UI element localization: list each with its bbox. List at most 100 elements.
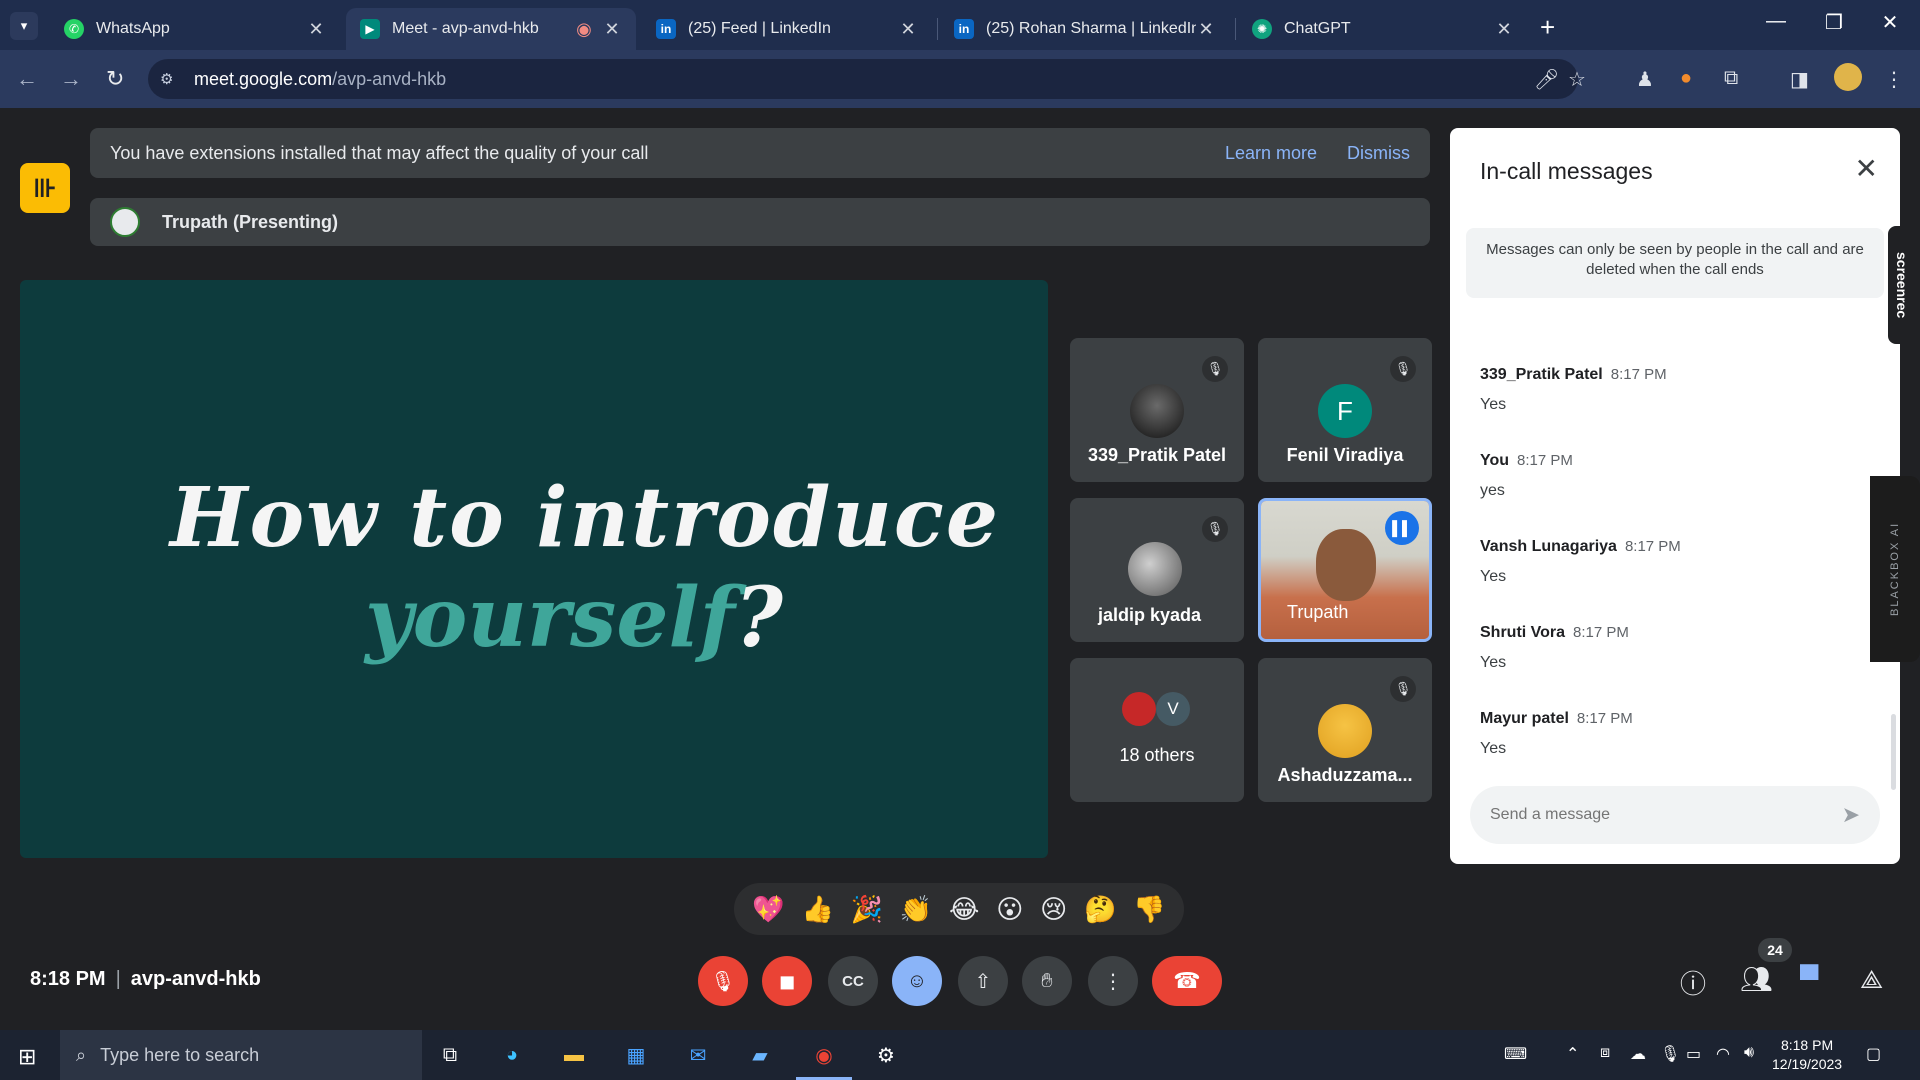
restore-icon[interactable]: ❐ [1814, 10, 1854, 35]
windows-taskbar: ⊞ ⌕ Type here to search ⧉ ◕ ▬ ▦ ✉ ▰ ◉ ⚙ … [0, 1030, 1920, 1080]
extension-icon[interactable]: ♟ [1636, 67, 1654, 92]
profile-avatar[interactable] [1834, 63, 1862, 91]
chat-message: Vansh Lunagariya 8:17 PM Yes [1480, 538, 1681, 586]
avatar [1130, 384, 1184, 438]
close-tab-icon[interactable]: ✕ [898, 19, 918, 40]
participant-tile[interactable]: 🎙︎ F Fenil Viradiya [1258, 338, 1432, 482]
avatar [1122, 692, 1156, 726]
mic-toggle-button[interactable]: 🎙︎ [698, 956, 748, 1006]
reaction-surprised-icon[interactable]: 😮 [996, 894, 1023, 925]
reaction-party-icon[interactable]: 🎉 [851, 894, 883, 925]
dismiss-button[interactable]: Dismiss [1347, 143, 1410, 164]
close-tab-icon[interactable]: ✕ [1196, 19, 1216, 40]
close-icon[interactable]: ✕ [1855, 152, 1878, 185]
chat-button[interactable]: ▀ [1800, 964, 1818, 995]
mail-icon[interactable]: ✉ [682, 1040, 714, 1070]
meet-indicator-icon[interactable]: ⧈ [1600, 1044, 1610, 1062]
tab-linkedin-feed[interactable]: in (25) Feed | LinkedIn ✕ [642, 8, 932, 50]
reaction-thinking-icon[interactable]: 🤔 [1084, 894, 1116, 925]
participant-tile-speaking[interactable]: ▌▌ Trupath [1258, 498, 1432, 642]
blackbox-extension-tab[interactable]: BLACKBOX AI [1870, 476, 1920, 662]
settings-icon[interactable]: ⚙ [870, 1040, 902, 1070]
reload-icon[interactable]: ↻ [106, 66, 124, 92]
meet-stage: ⊪ You have extensions installed that may… [0, 108, 1920, 1030]
task-view-icon[interactable]: ⧉ [434, 1040, 466, 1070]
close-window-icon[interactable]: ✕ [1870, 10, 1910, 35]
meeting-info: 8:18 PM | avp-anvd-hkb [30, 968, 261, 990]
tab-chatgpt[interactable]: ✺ ChatGPT ✕ [1238, 8, 1528, 50]
present-button[interactable]: ⇧ [958, 956, 1008, 1006]
show-hidden-icons-icon[interactable]: ⌃ [1566, 1044, 1579, 1064]
taskbar-clock[interactable]: 8:18 PM 12/19/2023 [1772, 1036, 1842, 1074]
message-sender: Vansh Lunagariya [1480, 538, 1617, 555]
people-button[interactable]: 👥︎ [1740, 964, 1773, 995]
leave-call-button[interactable]: ☎ [1152, 956, 1222, 1006]
activities-button[interactable]: ⟁ [1860, 964, 1883, 996]
send-icon[interactable]: ➤ [1842, 802, 1860, 828]
others-tile[interactable]: V 18 others [1070, 658, 1244, 802]
keyboard-icon[interactable]: ⌨ [1504, 1044, 1527, 1064]
reaction-clap-icon[interactable]: 👏 [900, 894, 932, 925]
extension-warning-banner: You have extensions installed that may a… [90, 128, 1430, 178]
app-icon[interactable]: ▰ [744, 1040, 776, 1070]
windows-start-icon[interactable]: ⊞ [18, 1044, 36, 1070]
reactions-button[interactable]: ☺ [892, 956, 942, 1006]
message-time: 8:17 PM [1610, 366, 1667, 383]
close-tab-icon[interactable]: ✕ [602, 19, 622, 40]
screenrec-extension-tab[interactable]: screenrec [1888, 226, 1916, 344]
side-panel-icon[interactable]: ◨ [1790, 67, 1809, 92]
address-bar[interactable]: ⚙ meet.google.com/avp-anvd-hkb 🎤︎ ☆ [148, 59, 1586, 99]
microsoft-store-icon[interactable]: ▦ [620, 1040, 652, 1070]
onedrive-icon[interactable]: ☁ [1630, 1044, 1646, 1064]
camera-toggle-button[interactable]: ◼ [762, 956, 812, 1006]
chat-icon: ▀ [1800, 964, 1819, 994]
reaction-sad-icon[interactable]: 😢 [1040, 894, 1067, 925]
meeting-details-button[interactable]: ⓘ [1680, 964, 1706, 1001]
notifications-icon[interactable]: ▢ [1866, 1044, 1881, 1064]
reaction-sparkling-heart-icon[interactable]: 💖 [752, 894, 784, 925]
volume-icon[interactable]: 🔊︎ [1744, 1044, 1754, 1062]
wifi-icon[interactable]: ◠ [1716, 1044, 1730, 1064]
slide-line-2: yourself? [365, 570, 783, 666]
more-menu-icon[interactable]: ⋮ [1884, 67, 1904, 92]
raise-hand-button[interactable]: ✋︎ [1022, 956, 1072, 1006]
reaction-thumbs-down-icon[interactable]: 👎 [1133, 894, 1165, 925]
bookmark-star-icon[interactable]: ☆ [1568, 67, 1586, 92]
close-tab-icon[interactable]: ✕ [306, 19, 326, 40]
info-icon: ⓘ [1680, 969, 1707, 999]
file-explorer-icon[interactable]: ▬ [558, 1040, 590, 1070]
chrome-icon[interactable]: ◉ [808, 1040, 840, 1070]
participant-tile[interactable]: 🎙︎ jaldip kyada [1070, 498, 1244, 642]
reaction-thumbs-up-icon[interactable]: 👍 [802, 894, 834, 925]
microphone-icon[interactable]: 🎙︎ [1660, 1044, 1680, 1064]
participant-tile[interactable]: 🎙︎ 339_Pratik Patel [1070, 338, 1244, 482]
battery-icon[interactable]: ▭ [1686, 1044, 1701, 1064]
activity-badge-icon[interactable]: ⊪ [20, 163, 70, 213]
edge-icon[interactable]: ◕ [496, 1040, 528, 1070]
captions-button[interactable]: CC [828, 956, 878, 1006]
message-text: Yes [1480, 654, 1507, 671]
extensions-puzzle-icon[interactable]: ⧉ [1724, 67, 1738, 90]
reaction-laugh-icon[interactable]: 😂 [949, 894, 979, 925]
site-info-icon[interactable]: ⚙ [160, 70, 190, 88]
tab-meet[interactable]: ▶ Meet - avp-anvd-hkb ◉ ✕ [346, 8, 636, 50]
clock-time: 8:18 PM [1780, 1037, 1834, 1053]
forward-icon[interactable]: → [60, 66, 82, 92]
learn-more-link[interactable]: Learn more [1225, 143, 1317, 164]
extension-icon[interactable]: ● [1680, 67, 1692, 90]
participant-tile[interactable]: 🎙︎ Ashaduzzama... [1258, 658, 1432, 802]
new-tab-button[interactable]: + [1540, 12, 1555, 43]
banner-message: You have extensions installed that may a… [110, 142, 649, 163]
microphone-icon[interactable]: 🎤︎ [1534, 67, 1559, 92]
browser-tab-strip: ▾ ✆ WhatsApp ✕ ▶ Meet - avp-anvd-hkb ◉ ✕… [0, 0, 1920, 50]
tab-whatsapp[interactable]: ✆ WhatsApp ✕ [50, 8, 340, 50]
close-tab-icon[interactable]: ✕ [1494, 19, 1514, 40]
minimize-icon[interactable]: — [1756, 10, 1796, 33]
taskbar-search[interactable]: ⌕ Type here to search [60, 1030, 422, 1080]
chat-scrollbar[interactable] [1891, 714, 1896, 790]
send-message-input[interactable] [1490, 806, 1842, 824]
more-options-button[interactable]: ⋮ [1088, 956, 1138, 1006]
tab-linkedin-profile[interactable]: in (25) Rohan Sharma | LinkedIn ✕ [940, 8, 1230, 50]
back-icon[interactable]: ← [16, 66, 38, 92]
tab-search-button[interactable]: ▾ [10, 12, 38, 40]
